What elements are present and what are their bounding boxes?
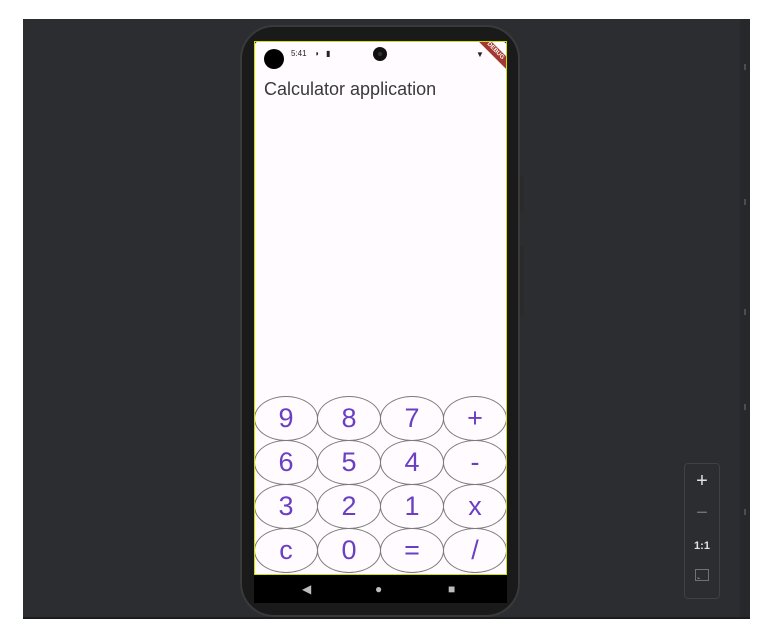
back-icon[interactable]: ◀ (302, 582, 311, 596)
recents-icon[interactable]: ■ (448, 582, 455, 596)
key-minus[interactable]: - (443, 440, 507, 485)
zoom-in-button[interactable]: + (685, 470, 719, 493)
sim-card-icon: ▮ (326, 49, 331, 58)
status-circle-icon: ◑ (314, 49, 319, 58)
key-5[interactable]: 5 (317, 440, 381, 485)
front-camera (373, 47, 387, 61)
key-8[interactable]: 8 (317, 396, 381, 441)
fit-screen-icon[interactable] (685, 568, 719, 586)
key-7[interactable]: 7 (380, 396, 444, 441)
right-tool-strip (740, 19, 750, 617)
status-circle (264, 49, 284, 69)
strip-tick (744, 404, 746, 410)
phone-screen: 5:41 ◑ ▮ ▼ DEBUG Calculator application … (254, 41, 507, 603)
calculator-keypad: 9 8 7 + 6 5 4 - 3 2 1 x c 0 = / (254, 396, 507, 574)
key-9[interactable]: 9 (254, 396, 318, 441)
actual-size-button[interactable]: 1:1 (685, 540, 719, 552)
key-6[interactable]: 6 (254, 440, 318, 485)
strip-tick (744, 509, 746, 515)
key-multiply[interactable]: x (443, 484, 507, 529)
volume-button[interactable] (520, 246, 524, 316)
strip-tick (744, 309, 746, 315)
system-nav-bar: ◀ ● ■ (254, 575, 507, 603)
key-1[interactable]: 1 (380, 484, 444, 529)
app-title: Calculator application (264, 79, 437, 99)
strip-tick (744, 199, 746, 205)
key-clear[interactable]: c (254, 528, 318, 573)
key-2[interactable]: 2 (317, 484, 381, 529)
emulator-zoom-controls: + − 1:1 (684, 463, 720, 599)
strip-tick (744, 64, 746, 70)
key-0[interactable]: 0 (317, 528, 381, 573)
wifi-icon: ▼ (476, 50, 484, 59)
key-divide[interactable]: / (443, 528, 507, 573)
key-equals[interactable]: = (380, 528, 444, 573)
power-button[interactable] (520, 176, 524, 212)
bottom-divider (23, 617, 750, 619)
zoom-out-button[interactable]: − (685, 502, 719, 525)
key-4[interactable]: 4 (380, 440, 444, 485)
key-3[interactable]: 3 (254, 484, 318, 529)
status-time: 5:41 (291, 49, 307, 58)
home-icon[interactable]: ● (375, 582, 382, 596)
key-plus[interactable]: + (443, 396, 507, 441)
